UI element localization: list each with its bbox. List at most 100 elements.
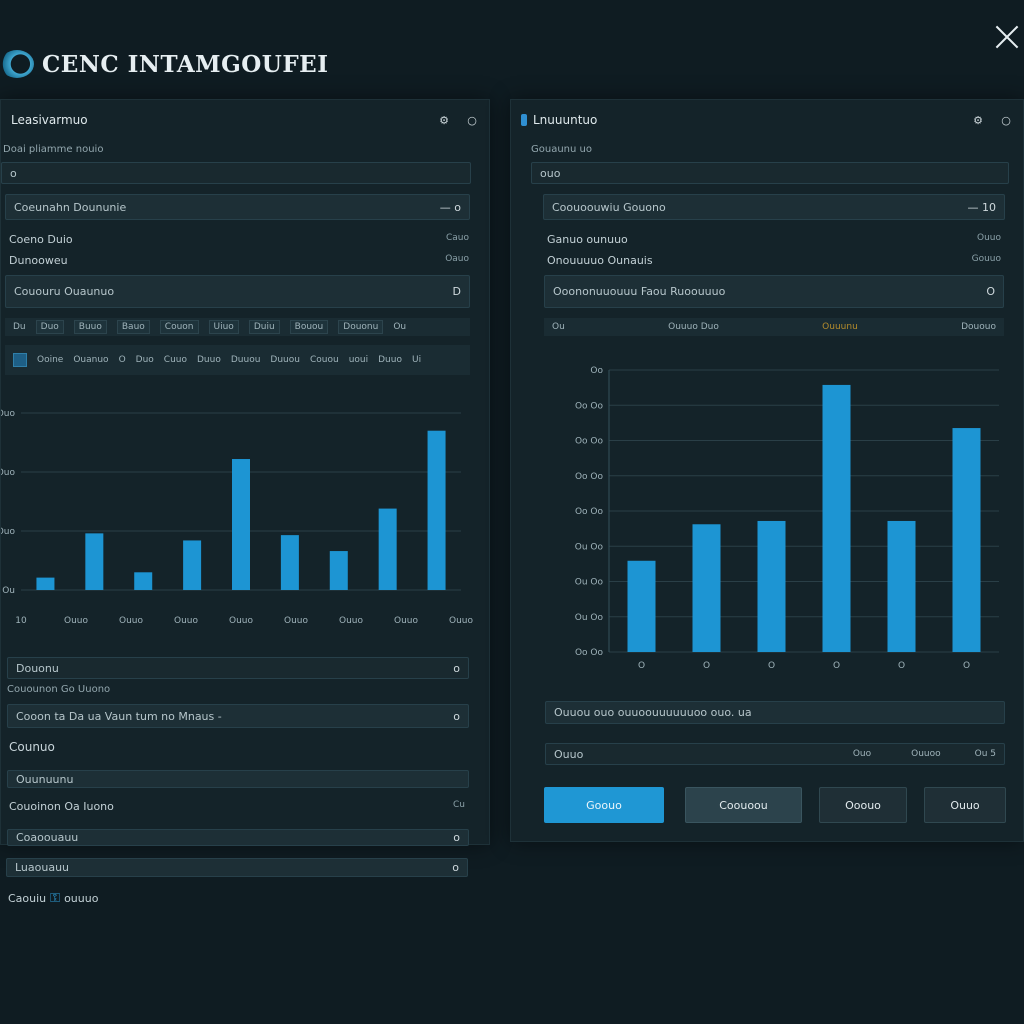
app-title: CENC INTAMGOUFEI [42, 50, 329, 78]
left-toolbar-item[interactable]: uoui [349, 355, 368, 365]
left-bar-chart: Ou Ouo Ouo Ouo 10 Ouuo Ouuo Ouuo Ouuo Ouuo Ouuo Ouu… [1, 409, 473, 626]
right-footer-input[interactable]: Ouuou ouo ouuoouuuuuuoo ouo. ua [545, 701, 1005, 724]
left-select-2-label: Cououru Ouaunuo [14, 285, 115, 298]
primary-button[interactable]: Goouo [544, 787, 664, 823]
info-icon[interactable]: ○ [999, 113, 1013, 127]
left-row-1: Coeno Duio Cauo [9, 233, 469, 246]
settings-icon[interactable]: ⚙ [437, 113, 451, 127]
left-toolbar-item[interactable]: Ui [412, 355, 421, 365]
left-tab[interactable]: Ou [393, 322, 406, 332]
x-tick-label: O [833, 661, 840, 671]
left-toolbar-item[interactable]: Duuo [197, 355, 221, 365]
left-footer-row: Couoinon Oa Iuono Cu [9, 800, 465, 813]
left-footer-select-2[interactable]: Ouunuunu [7, 770, 469, 788]
left-row-2: Dunooweu Oauo [9, 254, 469, 267]
x-tick-label: O [703, 661, 710, 671]
app-header: CENC INTAMGOUFEI [0, 46, 328, 82]
left-toolbar-item[interactable]: Cuuo [164, 355, 187, 365]
chart-bar [134, 572, 153, 590]
info-icon[interactable]: ○ [465, 113, 479, 127]
close-icon[interactable] [992, 22, 1022, 52]
left-footer-row-value: Cu [453, 800, 465, 810]
left-select-2-value: D [452, 285, 461, 298]
left-tab[interactable]: Bouou [289, 320, 329, 334]
left-tab[interactable]: Douonu [338, 320, 384, 334]
left-footer-caption: Couounon Go Uuono [7, 684, 111, 695]
x-tick-label: Ouuo [339, 616, 363, 626]
left-toolbar-item[interactable]: Duuo [378, 355, 402, 365]
left-footer-select-1[interactable]: Douonu o [7, 657, 469, 679]
y-tick-label: Ou Oo [575, 542, 604, 552]
chart-bar [378, 508, 397, 590]
x-tick-label: 10 [15, 616, 27, 626]
x-tick-label: O [963, 661, 970, 671]
quaternary-button[interactable]: Ouuo [924, 787, 1006, 823]
left-tab[interactable]: Couon [159, 320, 199, 334]
right-select-1-label: Coouoouwiu Gouono [552, 200, 666, 214]
settings-icon[interactable]: ⚙ [971, 113, 985, 127]
right-search-placeholder: ouo [540, 166, 561, 180]
right-panel-header: Lnuuuntuo ⚙ ○ [511, 100, 1023, 140]
x-tick-label: Ouuo [119, 616, 143, 626]
left-toolbar-item[interactable]: Ooine [37, 355, 63, 365]
left-select-1[interactable]: Coeunahn Doununie — o [5, 194, 470, 220]
right-tab[interactable]: Dououo [961, 322, 996, 332]
right-tab[interactable]: Ouuuo Duo [668, 322, 719, 332]
left-search-input[interactable]: o [1, 162, 471, 184]
y-tick-label: Ou Oo [575, 613, 604, 623]
x-tick-label: O [638, 661, 645, 671]
right-search-input[interactable]: ouo [531, 162, 1009, 184]
right-bar-chart: Oo Oo Ou Oo Ou Oo Ou Oo Oo Oo Oo Oo Oo Oo Oo Oo… [575, 366, 999, 671]
left-footer-select-2-label: Ouunuunu [16, 772, 74, 786]
y-tick-label: Ouo [1, 527, 15, 537]
square-icon[interactable] [13, 353, 27, 367]
right-tab[interactable]: Ouuunu [822, 322, 858, 332]
right-row-1: Ganuo ounuuo Ouuo [547, 233, 1001, 246]
y-tick-label: Oo Oo [575, 648, 604, 658]
right-select-2[interactable]: Ooononuuouuu Faou Ruoouuuo O [544, 275, 1004, 308]
y-tick-label: Ou Oo [575, 578, 604, 588]
x-tick-label: Ouuo [229, 616, 253, 626]
x-tick-label: Ouuo [394, 616, 418, 626]
left-footer-select-4-value: o [452, 861, 459, 874]
left-link-row[interactable]: Caouiu ⚿ ouuuo [8, 891, 98, 906]
left-tab[interactable]: Uiuo [208, 320, 239, 334]
left-toolbar-item[interactable]: Couou [310, 355, 339, 365]
left-tab[interactable]: Bauo [116, 320, 150, 334]
secondary-button[interactable]: Coouoou [685, 787, 802, 823]
left-toolbar-item[interactable]: Duuou [231, 355, 261, 365]
left-section-label: Doai pliamme nouio [3, 144, 104, 155]
right-tab[interactable]: Ou [552, 322, 565, 332]
left-footer-input-label: Cooon ta Da ua Vaun tum no Mnaus - [16, 709, 222, 723]
right-footer-row-v3: Ou 5 [974, 749, 996, 759]
tertiary-button[interactable]: Ooouo [819, 787, 907, 823]
left-row-2-label: Dunooweu [9, 254, 68, 267]
left-toolbar-item[interactable]: Duo [136, 355, 154, 365]
left-footer-select-4[interactable]: Luaouauu o [6, 858, 468, 877]
chart-bar [183, 540, 202, 590]
y-tick-label: Oo [590, 366, 603, 376]
left-link-suffix: ouuuo [64, 892, 99, 905]
y-tick-label: Oo Oo [575, 472, 604, 482]
left-tab[interactable]: Du [13, 322, 26, 332]
right-tab-strip: Ou Ouuuo Duo Ouuunu Dououo [544, 318, 1004, 336]
chart-bar [822, 384, 851, 652]
right-panel-title: Lnuuuntuo [533, 113, 598, 127]
left-toolbar-item[interactable]: Ouanuo [73, 355, 108, 365]
left-footer-select-3[interactable]: Coaoouauu o [7, 829, 469, 846]
chart-bar [329, 551, 348, 590]
right-select-1[interactable]: Coouoouwiu Gouono — 10 [543, 194, 1005, 220]
y-tick-label: Ou [2, 586, 15, 596]
left-tab[interactable]: Buuo [73, 320, 107, 334]
right-row-2-value: Gouuo [971, 254, 1001, 264]
left-tab[interactable]: Duiu [248, 320, 280, 334]
chart-bar [887, 520, 916, 652]
left-footer-input[interactable]: Cooon ta Da ua Vaun tum no Mnaus - o [7, 704, 469, 728]
left-toolbar-item[interactable]: Duuou [270, 355, 300, 365]
left-tab[interactable]: Duo [35, 320, 64, 334]
right-footer-input-label: Ouuou ouo ouuoouuuuuuoo ouo. ua [554, 706, 752, 719]
y-tick-label: Oo Oo [575, 437, 604, 447]
left-toolbar-item[interactable]: O [119, 355, 126, 365]
left-select-2[interactable]: Cououru Ouaunuo D [5, 275, 470, 308]
left-row-2-value: Oauo [445, 254, 469, 264]
